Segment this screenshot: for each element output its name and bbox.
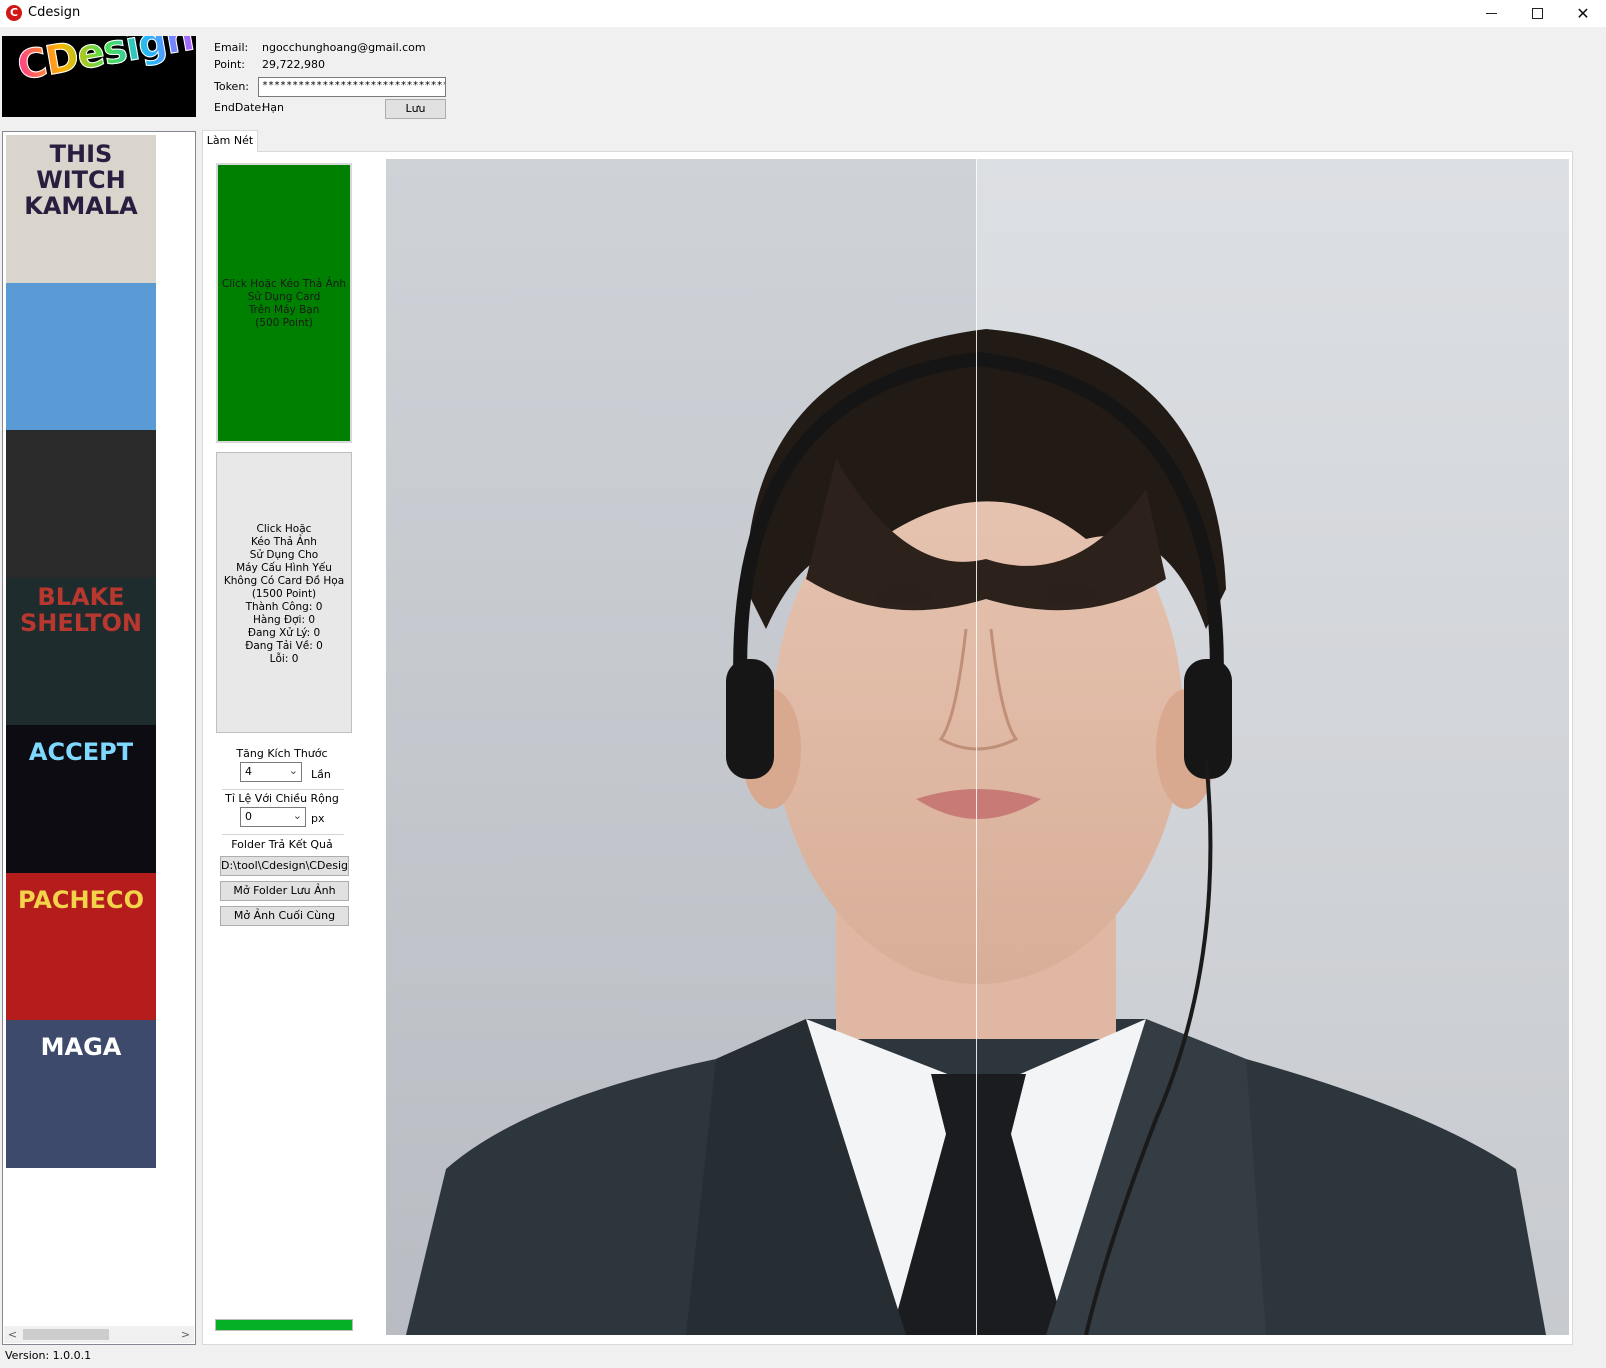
enddate-value: Hạn xyxy=(262,101,284,114)
output-folder-label: Folder Trả Kết Quả xyxy=(231,838,333,851)
portrait-photo xyxy=(386,159,1569,1335)
horizontal-scrollbar[interactable]: < > xyxy=(4,1326,194,1343)
save-button[interactable]: Lưu xyxy=(385,99,446,119)
maximize-button[interactable] xyxy=(1514,0,1560,27)
minimize-button[interactable] xyxy=(1468,0,1514,27)
thumbnail-text: BLAKE SHELTON xyxy=(20,582,142,637)
progress-bar xyxy=(215,1319,353,1331)
cpu-drop-zone-text: Click Hoặc Kéo Thả Ảnh Sử Dụng Cho Máy C… xyxy=(223,523,345,665)
scale-select[interactable]: 4 ⌄ xyxy=(240,762,302,782)
thumbnail-item[interactable]: THIS WITCH KAMALA xyxy=(6,135,156,283)
email-value: ngocchunghoang@gmail.com xyxy=(262,41,426,54)
chevron-left-icon[interactable]: < xyxy=(4,1326,21,1343)
version-label: Version: 1.0.0.1 xyxy=(5,1349,92,1362)
maximize-icon xyxy=(1531,8,1543,19)
image-preview[interactable] xyxy=(386,159,1569,1335)
chevron-down-icon: ⌄ xyxy=(288,764,298,777)
gpu-drop-zone-text: Click Hoặc Kéo Thả Ảnh Sử Dụng Card Trên… xyxy=(221,278,347,329)
thumbnail-item[interactable]: MAGA xyxy=(6,1020,156,1168)
width-ratio-unit: px xyxy=(311,812,325,825)
enddate-label: EndDate: xyxy=(214,101,265,114)
title-bar: C Cdesign ✕ xyxy=(0,0,1606,27)
email-label: Email: xyxy=(214,41,249,54)
tab-lam-net[interactable]: Làm Nét xyxy=(202,130,258,152)
window-title: Cdesign xyxy=(28,5,81,20)
thumbnail-item[interactable] xyxy=(6,430,156,578)
open-folder-button[interactable]: Mở Folder Lưu Ảnh xyxy=(220,881,349,901)
output-folder-button[interactable]: D:\tool\Cdesign\CDesig xyxy=(220,856,349,876)
cpu-drop-zone[interactable]: Click Hoặc Kéo Thả Ảnh Sử Dụng Cho Máy C… xyxy=(216,452,352,733)
chevron-right-icon[interactable]: > xyxy=(177,1326,194,1343)
progress-bar-fill xyxy=(216,1320,352,1330)
scale-unit: Lần xyxy=(311,768,331,781)
token-input[interactable]: **************************************** xyxy=(258,77,446,97)
brand-logo-text: CDesign xyxy=(14,36,196,90)
point-label: Point: xyxy=(214,58,246,71)
close-button[interactable]: ✕ xyxy=(1560,0,1606,27)
thumbnail-text: ACCEPT xyxy=(28,738,134,766)
gpu-drop-zone[interactable]: Click Hoặc Kéo Thả Ảnh Sử Dụng Card Trên… xyxy=(216,163,352,443)
thumbnail-item[interactable] xyxy=(6,282,156,431)
divider xyxy=(222,789,344,790)
width-ratio-select-value: 0 xyxy=(245,810,252,823)
cdesign-logo-icon: C xyxy=(6,5,22,21)
close-icon: ✕ xyxy=(1576,4,1590,23)
thumbnail-text: MAGA xyxy=(40,1033,122,1061)
divider xyxy=(222,834,344,835)
token-label: Token: xyxy=(214,80,250,93)
comparison-divider[interactable] xyxy=(976,159,977,1335)
brand-logo: CDesign xyxy=(2,36,196,117)
scale-select-value: 4 xyxy=(245,765,252,778)
thumbnail-item[interactable]: BLAKE SHELTON xyxy=(6,577,156,726)
scale-label: Tăng Kích Thước xyxy=(236,747,328,760)
open-last-image-button[interactable]: Mở Ảnh Cuối Cùng xyxy=(220,906,349,926)
thumbnail-item[interactable]: ACCEPT xyxy=(6,725,156,873)
point-value: 29,722,980 xyxy=(262,58,325,71)
chevron-down-icon: ⌄ xyxy=(292,809,302,822)
thumbnail-list[interactable]: THIS WITCH KAMALA BLAKE SHELTON ACCEPT PACH… xyxy=(2,131,196,1345)
scrollbar-thumb[interactable] xyxy=(23,1329,109,1340)
thumbnail-item[interactable]: PACHECO xyxy=(6,872,156,1021)
width-ratio-select[interactable]: 0 ⌄ xyxy=(240,807,306,827)
thumbnail-text: PACHECO xyxy=(17,885,145,914)
width-ratio-label: Tỉ Lệ Với Chiều Rộng xyxy=(225,792,339,805)
minimize-icon xyxy=(1485,13,1497,14)
thumbnail-text: THIS WITCH KAMALA xyxy=(24,140,138,220)
